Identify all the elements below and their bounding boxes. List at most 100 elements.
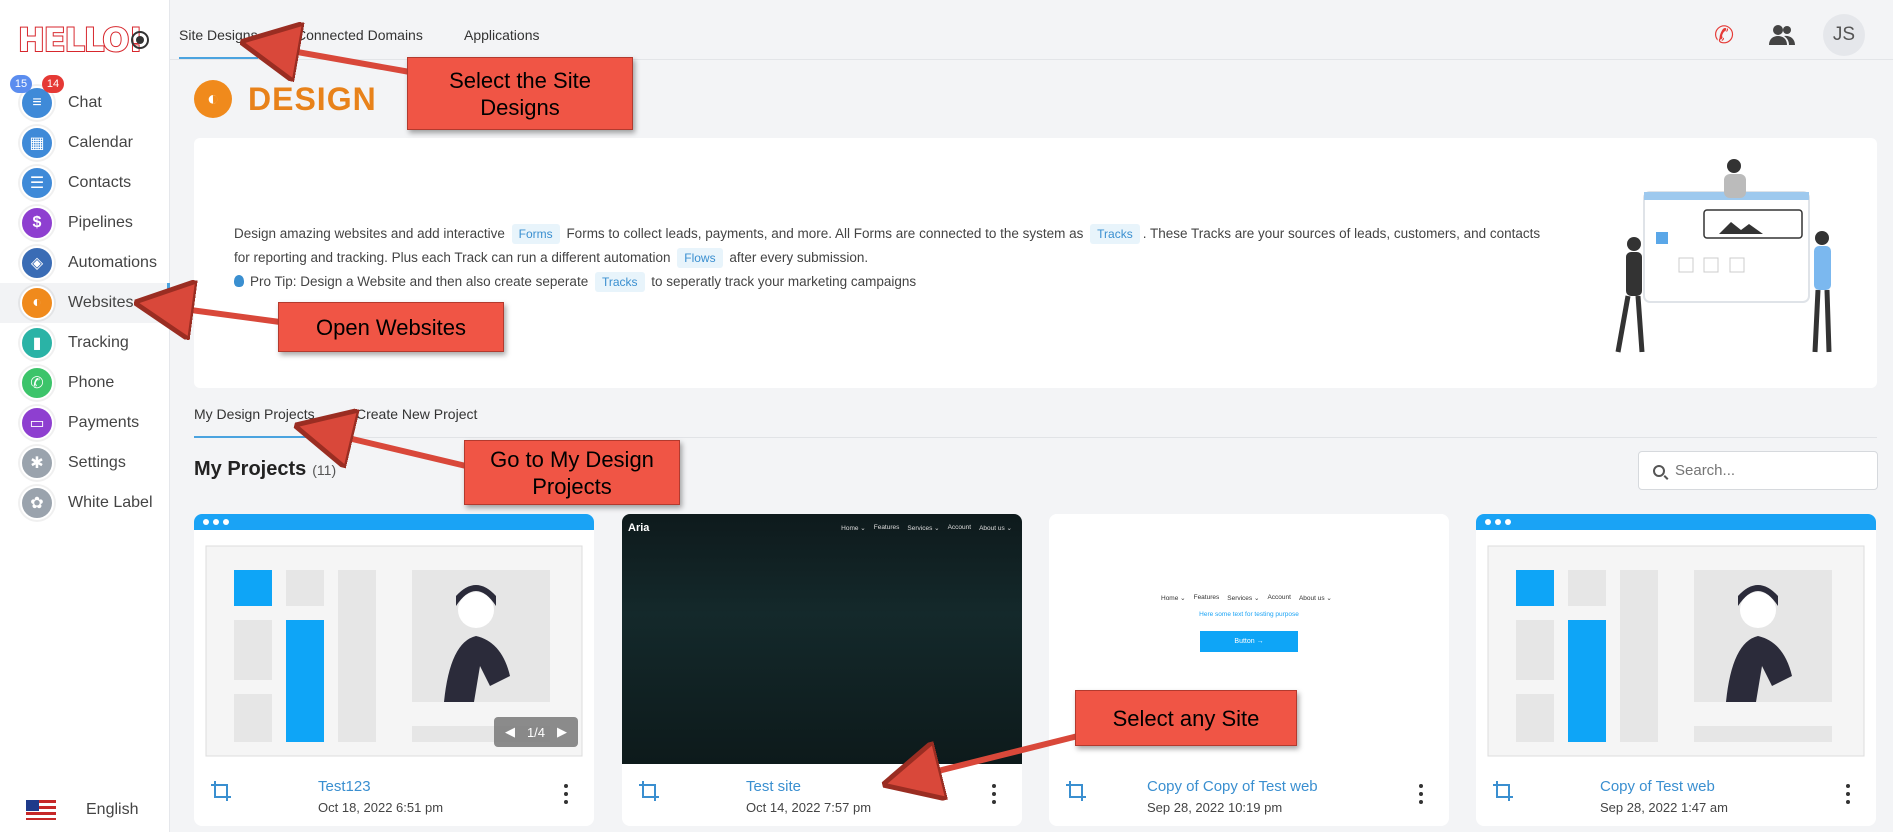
lightbulb-icon (234, 275, 244, 287)
forms-chip[interactable]: Forms (511, 224, 560, 244)
sidebar-item-tracking[interactable]: ▮ Tracking (0, 323, 170, 363)
pager-text: 1/4 (526, 724, 546, 740)
unread-badge-red: 14 (42, 75, 64, 93)
phone-icon: ✆ (20, 366, 54, 400)
card-footer: Copy of Copy of Test web Sep 28, 2022 10… (1049, 764, 1449, 826)
page-title: DESIGN (248, 80, 377, 117)
sidebar-item-websites[interactable]: ◐ Websites (0, 283, 170, 323)
project-name[interactable]: Test site (746, 778, 801, 795)
project-card[interactable]: ◀ 1/4 ▶ Test123 Oct 18, 2022 6:51 pm (194, 514, 594, 826)
crop-icon[interactable] (210, 780, 232, 802)
top-navigation: Site Designs Connected Domains Applicati… (170, 0, 1893, 60)
tab-connected-domains[interactable]: Connected Domains (296, 27, 423, 59)
contacts-icon: ☰ (20, 166, 54, 200)
site-preview-button: Button → (1200, 631, 1298, 652)
page-header: ◐ DESIGN (194, 80, 377, 118)
gear-icon: ✱ (20, 446, 54, 480)
intro-line: . These Tracks are your sources of leads… (1142, 226, 1541, 241)
site-nav-item: Features (873, 524, 900, 531)
phone-icon[interactable]: ✆ (1707, 18, 1741, 52)
sidebar-item-phone[interactable]: ✆ Phone (0, 363, 170, 403)
sidebar-item-contacts[interactable]: ☰ Contacts (0, 163, 170, 203)
crop-icon[interactable] (1065, 780, 1087, 802)
intro-line: Design amazing websites and add interact… (234, 226, 505, 241)
crop-icon[interactable] (1492, 780, 1514, 802)
credit-card-icon: ▭ (20, 406, 54, 440)
sidebar-item-label: Tracking (68, 334, 129, 351)
site-nav-item: Home ⌄ (1161, 595, 1186, 602)
more-options-icon[interactable] (564, 784, 568, 804)
sidebar-item-label: Websites (68, 294, 134, 311)
sidebar-item-calendar[interactable]: ▦ Calendar (0, 123, 170, 163)
intro-line: Pro Tip: Design a Website and then also … (250, 274, 589, 289)
sidebar: HELLO! ≡ 15 14 Chat ▦ Calendar ☰ Contact… (0, 0, 170, 832)
project-date: Sep 28, 2022 1:47 am (1600, 800, 1728, 815)
sidebar-item-automations[interactable]: ◈ Automations (0, 243, 170, 283)
project-name[interactable]: Copy of Copy of Test web (1147, 778, 1318, 795)
unread-badge-blue: 15 (10, 75, 32, 93)
search-box[interactable] (1638, 451, 1878, 490)
project-name[interactable]: Copy of Test web (1600, 778, 1715, 795)
search-input[interactable] (1675, 462, 1865, 479)
sidebar-item-settings[interactable]: ✱ Settings (0, 443, 170, 483)
sidebar-item-white-label[interactable]: ✿ White Label (0, 483, 170, 523)
project-tabs: My Design Projects Create New Project (194, 402, 1877, 438)
project-thumbnail[interactable]: Aria Home ⌄ Features Services ⌄ Account … (622, 514, 1022, 764)
tab-applications[interactable]: Applications (464, 27, 540, 59)
user-avatar[interactable]: JS (1823, 14, 1865, 56)
palette-icon: ✿ (20, 486, 54, 520)
project-card[interactable]: Copy of Test web Sep 28, 2022 1:47 am (1476, 514, 1876, 826)
more-options-icon[interactable] (992, 784, 996, 804)
sidebar-item-label: Pipelines (68, 214, 133, 231)
sidebar-item-label: Phone (68, 374, 115, 391)
card-footer: Test123 Oct 18, 2022 6:51 pm (194, 764, 594, 826)
tracks-chip[interactable]: Tracks (1090, 224, 1140, 244)
language-selector[interactable]: English (26, 800, 138, 820)
team-icon[interactable] (1765, 18, 1799, 52)
sidebar-item-label: Contacts (68, 174, 132, 191)
project-name[interactable]: Test123 (318, 778, 371, 795)
prev-arrow-icon[interactable]: ◀ (505, 724, 515, 740)
projects-header: My Projects (11) (194, 458, 336, 481)
project-card[interactable]: Aria Home ⌄ Features Services ⌄ Account … (622, 514, 1022, 826)
intro-line: Forms to collect leads, payments, and mo… (566, 226, 1084, 241)
tracks-chip[interactable]: Tracks (594, 272, 645, 292)
more-options-icon[interactable] (1419, 784, 1423, 804)
tab-create-new-project[interactable]: Create New Project (356, 406, 477, 438)
flows-chip[interactable]: Flows (677, 248, 723, 268)
card-footer: Copy of Test web Sep 28, 2022 1:47 am (1476, 764, 1876, 826)
more-options-icon[interactable] (1846, 784, 1850, 804)
us-flag-icon (26, 800, 56, 820)
sidebar-item-label: Chat (68, 94, 102, 111)
tab-my-design-projects[interactable]: My Design Projects (194, 406, 315, 438)
sidebar-item-pipelines[interactable]: $ Pipelines (0, 203, 170, 243)
intro-line: to seperatly track your marketing campai… (651, 274, 917, 289)
hello-logo[interactable]: HELLO! (17, 21, 144, 59)
next-arrow-icon[interactable]: ▶ (557, 724, 567, 740)
site-nav-item: Services ⌄ (907, 525, 940, 532)
site-nav-item: Features (1193, 594, 1220, 601)
project-thumbnail[interactable] (1476, 514, 1876, 764)
site-nav-item: About us ⌄ (1298, 595, 1332, 602)
crop-icon[interactable] (638, 780, 660, 802)
tab-site-designs[interactable]: Site Designs (179, 27, 258, 59)
dollar-icon: $ (20, 206, 54, 240)
sidebar-item-label: Calendar (68, 134, 133, 151)
sidebar-item-payments[interactable]: ▭ Payments (0, 403, 170, 443)
project-date: Oct 18, 2022 6:51 pm (318, 800, 444, 815)
carousel-pager[interactable]: ◀ 1/4 ▶ (494, 717, 578, 747)
site-nav: Home ⌄ Features Services ⌄ Account About… (841, 524, 1012, 532)
projects-title: My Projects (194, 458, 307, 480)
status-radio-icon[interactable] (131, 31, 149, 49)
callout-select-any-site: Select any Site (1075, 690, 1297, 746)
project-card[interactable]: Home ⌄ Features Services ⌄ Account About… (1049, 514, 1449, 826)
callout-select-site-designs: Select the Site Designs (407, 57, 633, 130)
project-date: Oct 14, 2022 7:57 pm (746, 800, 872, 815)
site-nav-item: Services ⌄ (1227, 595, 1260, 602)
intro-text: Design amazing websites and add interact… (234, 222, 1574, 294)
card-footer: Test site Oct 14, 2022 7:57 pm (622, 764, 1022, 826)
sidebar-item-label: Automations (68, 254, 157, 271)
sidebar-item-chat[interactable]: ≡ 15 14 Chat (0, 75, 170, 123)
language-label: English (86, 801, 139, 818)
site-nav-item: Home ⌄ (841, 525, 866, 532)
